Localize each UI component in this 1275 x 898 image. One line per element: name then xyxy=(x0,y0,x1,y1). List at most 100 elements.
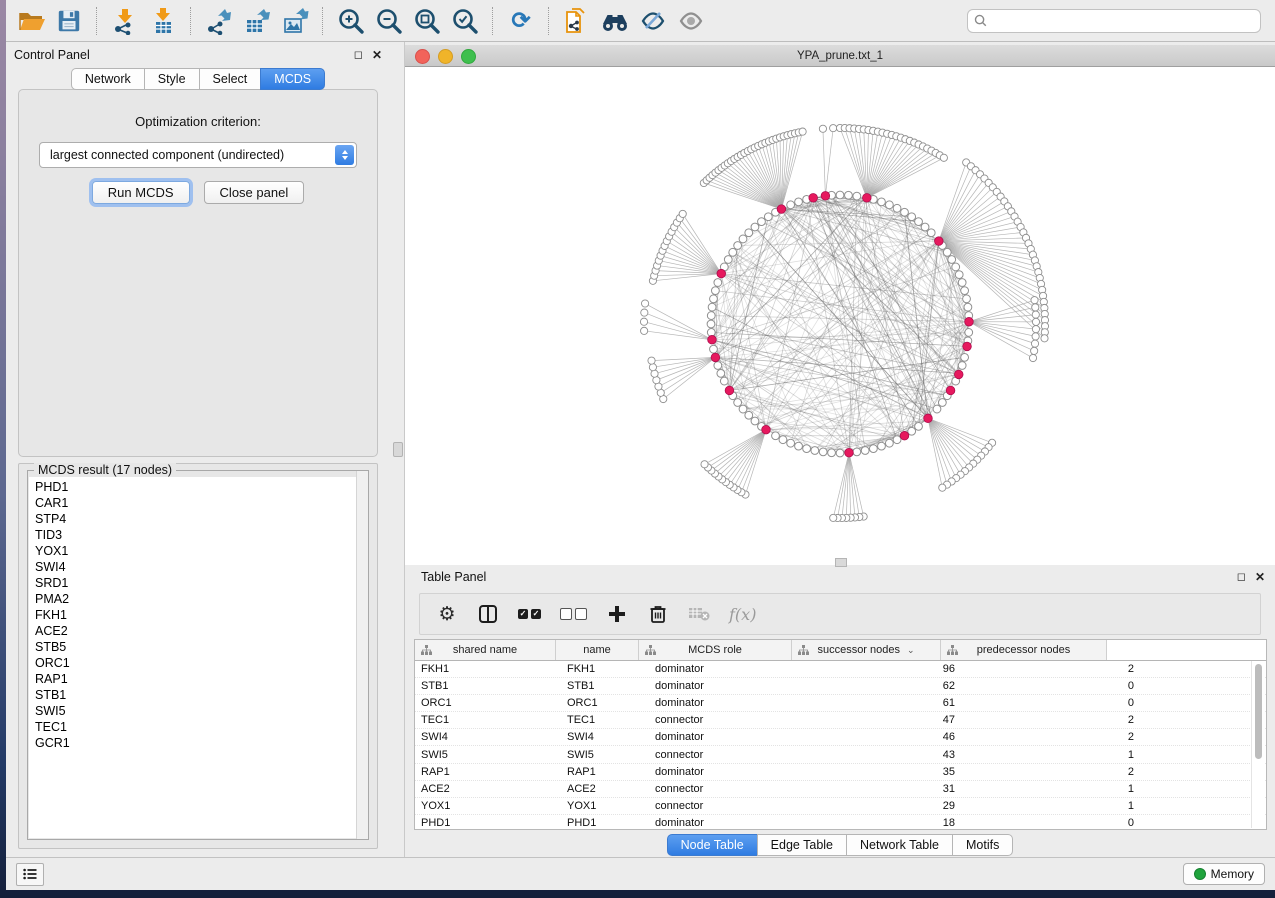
minimize-window-icon[interactable] xyxy=(438,49,453,64)
column-header-shared-name[interactable]: shared name xyxy=(415,640,556,660)
function-builder-icon[interactable]: f(x) xyxy=(729,602,756,626)
float-panel-icon[interactable]: ◻ xyxy=(354,50,363,61)
mcds-result-item[interactable]: CAR1 xyxy=(35,495,367,511)
tab-style[interactable]: Style xyxy=(144,68,199,90)
tab-mcds[interactable]: MCDS xyxy=(260,68,325,90)
dominator-node[interactable] xyxy=(717,269,726,278)
mcds-result-item[interactable]: SWI4 xyxy=(35,559,367,575)
show-eye-icon[interactable] xyxy=(675,5,707,37)
tab-node-table[interactable]: Node Table xyxy=(667,834,757,856)
table-scrollbar-thumb[interactable] xyxy=(1255,664,1262,759)
dominator-node[interactable] xyxy=(762,425,771,434)
table-row[interactable]: SWI4SWI4dominator462 xyxy=(415,729,1266,746)
dominator-node[interactable] xyxy=(946,386,955,395)
zoom-selected-icon[interactable] xyxy=(449,5,481,37)
mcds-result-item[interactable]: SWI5 xyxy=(35,703,367,719)
sort-chevron-icon[interactable]: ⌄ xyxy=(907,645,915,656)
dominator-node[interactable] xyxy=(935,237,944,246)
export-network-icon[interactable] xyxy=(203,5,235,37)
network-graph[interactable] xyxy=(405,67,1275,565)
export-image-icon[interactable] xyxy=(279,5,311,37)
column-header-MCDS-role[interactable]: MCDS role xyxy=(639,640,792,660)
deselect-all-checkboxes-icon[interactable] xyxy=(560,602,587,626)
dominator-node[interactable] xyxy=(708,335,717,344)
zoom-in-icon[interactable] xyxy=(335,5,367,37)
column-header-successor-nodes[interactable]: successor nodes⌄ xyxy=(792,640,941,660)
dominator-node[interactable] xyxy=(845,448,854,457)
delete-column-icon[interactable] xyxy=(647,602,669,626)
run-mcds-button[interactable]: Run MCDS xyxy=(92,181,190,204)
select-all-checkboxes-icon[interactable]: ✓✓ xyxy=(518,602,541,626)
dominator-node[interactable] xyxy=(965,317,974,326)
tab-edge-table[interactable]: Edge Table xyxy=(757,834,846,856)
table-row[interactable]: PHD1PHD1dominator180 xyxy=(415,815,1266,830)
mcds-result-item[interactable]: SRD1 xyxy=(35,575,367,591)
task-history-button[interactable] xyxy=(16,863,44,886)
search-input[interactable] xyxy=(992,13,1254,29)
zoom-fit-icon[interactable] xyxy=(411,5,443,37)
dominator-node[interactable] xyxy=(863,194,872,203)
table-row[interactable]: RAP1RAP1dominator352 xyxy=(415,764,1266,781)
criterion-select[interactable]: largest connected component (undirected) xyxy=(39,142,357,168)
mcds-result-item[interactable]: STP4 xyxy=(35,511,367,527)
table-scrollbar[interactable] xyxy=(1251,661,1265,828)
refresh-icon[interactable]: ⟳ xyxy=(505,5,537,37)
close-table-panel-icon[interactable]: ✕ xyxy=(1255,571,1265,583)
mcds-list-scrollbar[interactable] xyxy=(356,471,368,839)
table-row[interactable]: TEC1TEC1connector472 xyxy=(415,712,1266,729)
mcds-result-item[interactable]: YOX1 xyxy=(35,543,367,559)
table-row[interactable]: SWI5SWI5connector431 xyxy=(415,746,1266,763)
tab-network[interactable]: Network xyxy=(71,68,144,90)
import-network-icon[interactable] xyxy=(109,5,141,37)
mcds-result-item[interactable]: RAP1 xyxy=(35,671,367,687)
dominator-node[interactable] xyxy=(711,353,720,362)
dominator-node[interactable] xyxy=(900,431,909,440)
close-panel-button[interactable]: Close panel xyxy=(204,181,305,204)
dominator-node[interactable] xyxy=(725,386,734,395)
zoom-out-icon[interactable] xyxy=(373,5,405,37)
dominator-node[interactable] xyxy=(924,414,933,423)
network-canvas[interactable] xyxy=(405,67,1275,565)
add-column-icon[interactable] xyxy=(606,602,628,626)
memory-button[interactable]: Memory xyxy=(1183,863,1265,885)
table-row[interactable]: ORC1ORC1dominator610 xyxy=(415,695,1266,712)
dominator-node[interactable] xyxy=(954,370,963,379)
table-row[interactable]: ACE2ACE2connector311 xyxy=(415,781,1266,798)
maximize-window-icon[interactable] xyxy=(461,49,476,64)
column-header-predecessor-nodes[interactable]: predecessor nodes xyxy=(941,640,1107,660)
export-table-icon[interactable] xyxy=(241,5,273,37)
mcds-result-item[interactable]: TEC1 xyxy=(35,719,367,735)
gear-icon[interactable]: ⚙ xyxy=(436,602,458,626)
search-binoculars-icon[interactable] xyxy=(599,5,631,37)
column-layout-icon[interactable] xyxy=(477,602,499,626)
float-table-panel-icon[interactable]: ◻ xyxy=(1237,572,1246,583)
tab-select[interactable]: Select xyxy=(199,68,261,90)
dominator-node[interactable] xyxy=(777,205,786,214)
mcds-result-item[interactable]: STB5 xyxy=(35,639,367,655)
import-table-icon[interactable] xyxy=(147,5,179,37)
table-row[interactable]: YOX1YOX1connector291 xyxy=(415,798,1266,815)
mcds-result-item[interactable]: GCR1 xyxy=(35,735,367,751)
dominator-node[interactable] xyxy=(821,192,830,201)
column-header-name[interactable]: name xyxy=(556,640,639,660)
dominator-node[interactable] xyxy=(963,342,972,351)
save-icon[interactable] xyxy=(53,5,85,37)
horizontal-splitter-grip[interactable] xyxy=(835,558,847,567)
mcds-result-item[interactable]: ACE2 xyxy=(35,623,367,639)
vertical-splitter[interactable] xyxy=(390,42,405,857)
table-row[interactable]: STB1STB1dominator620 xyxy=(415,678,1266,695)
network-window-titlebar[interactable]: YPA_prune.txt_1 xyxy=(405,45,1275,67)
table-row[interactable]: FKH1FKH1dominator962 xyxy=(415,661,1266,678)
hide-attribute-icon[interactable] xyxy=(637,5,669,37)
share-document-icon[interactable] xyxy=(561,5,593,37)
close-panel-icon[interactable]: ✕ xyxy=(372,49,382,61)
tab-network-table[interactable]: Network Table xyxy=(846,834,952,856)
global-search-field[interactable] xyxy=(967,9,1261,33)
delete-table-icon[interactable] xyxy=(688,602,710,626)
dominator-node[interactable] xyxy=(809,194,818,203)
mcds-result-item[interactable]: PMA2 xyxy=(35,591,367,607)
close-window-icon[interactable] xyxy=(415,49,430,64)
splitter-grip-icon[interactable] xyxy=(393,442,403,457)
mcds-result-item[interactable]: ORC1 xyxy=(35,655,367,671)
mcds-result-item[interactable]: TID3 xyxy=(35,527,367,543)
